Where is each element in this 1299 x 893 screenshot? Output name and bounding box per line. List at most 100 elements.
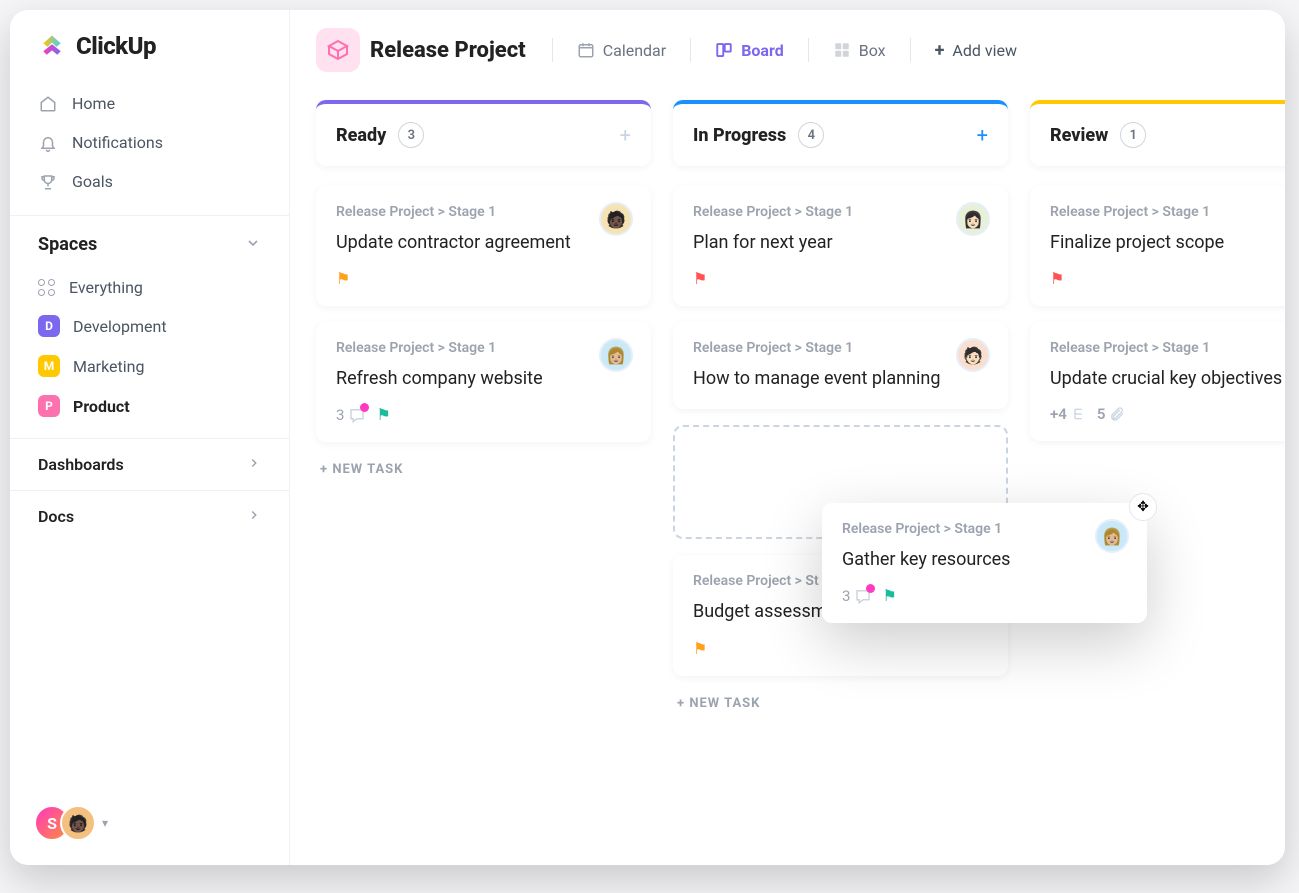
divider — [552, 38, 553, 62]
column-ready: Ready 3 + 🧑🏿 Release Project > Stage 1 U… — [316, 100, 651, 855]
card-breadcrumb: Release Project > Stage 1 — [1050, 204, 1285, 220]
column-ready-count: 3 — [398, 122, 424, 148]
chevron-down-icon — [245, 235, 261, 255]
task-card[interactable]: 🧑🏿 Release Project > Stage 1 Update cont… — [316, 186, 651, 306]
column-ip-title: In Progress — [693, 125, 786, 146]
card-breadcrumb: Release Project > Stage 1 — [336, 340, 631, 356]
space-everything[interactable]: Everything — [26, 269, 273, 306]
space-development[interactable]: D Development — [26, 306, 273, 346]
docs-label: Docs — [38, 507, 74, 526]
task-card[interactable]: 👩🏻 Release Project > Stage 1 Plan for ne… — [673, 186, 1008, 306]
dev-badge: D — [38, 315, 60, 337]
assignee-avatar[interactable]: 🧑🏻 — [956, 338, 990, 372]
card-breadcrumb: Release Project > Stage 1 — [842, 521, 1127, 537]
prod-badge: P — [38, 395, 60, 417]
add-view-button[interactable]: + Add view — [927, 34, 1025, 67]
nav-goals[interactable]: Goals — [26, 162, 273, 201]
card-breadcrumb: Release Project > Stage 1 — [693, 340, 988, 356]
spaces-title: Spaces — [38, 234, 97, 255]
add-card-button[interactable]: + — [977, 123, 988, 147]
calendar-icon — [577, 41, 595, 59]
priority-flag-icon[interactable]: ⚑ — [693, 639, 707, 658]
attachments-indicator[interactable]: 5 — [1097, 405, 1126, 423]
brand-name: ClickUp — [76, 32, 156, 60]
assignee-avatar[interactable]: 🧑🏿 — [599, 202, 633, 236]
priority-flag-icon[interactable]: ⚑ — [336, 269, 350, 288]
nav-home[interactable]: Home — [26, 84, 273, 123]
new-task-button[interactable]: + NEW TASK — [316, 458, 651, 481]
box-icon — [833, 41, 851, 59]
spaces-header[interactable]: Spaces — [10, 215, 289, 265]
caret-down-icon: ▾ — [102, 816, 108, 830]
assignee-avatar[interactable]: 👩🏻 — [956, 202, 990, 236]
new-task-button[interactable]: + NEW TASK — [673, 692, 1008, 715]
everything-icon — [38, 279, 56, 296]
card-title: Update crucial key objectives — [1050, 366, 1285, 391]
card-title: Finalize project scope — [1050, 230, 1285, 255]
topbar: Release Project Calendar Board Box + Add… — [290, 10, 1285, 90]
card-breadcrumb: Release Project > Stage 1 — [1050, 340, 1285, 356]
comments-indicator[interactable]: 3 — [336, 406, 366, 424]
plus-icon: + — [935, 40, 945, 61]
card-title: Update contractor agreement — [336, 230, 631, 255]
column-in-progress-header[interactable]: In Progress 4 + — [673, 100, 1008, 166]
divider — [690, 38, 691, 62]
subtasks-indicator[interactable]: +4 — [1050, 405, 1087, 423]
task-card[interactable]: Release Project > Stage 1 Update crucial… — [1030, 322, 1285, 441]
card-title: Gather key resources — [842, 547, 1127, 572]
priority-flag-icon[interactable]: ⚑ — [693, 269, 707, 288]
space-product[interactable]: P Product — [26, 386, 273, 426]
primary-nav: Home Notifications Goals — [10, 78, 289, 207]
space-prod-label: Product — [73, 397, 130, 416]
column-ready-header[interactable]: Ready 3 + — [316, 100, 651, 166]
card-breadcrumb: Release Project > Stage 1 — [693, 204, 988, 220]
priority-flag-icon[interactable]: ⚑ — [376, 405, 390, 424]
unread-dot-icon — [866, 584, 875, 593]
view-board[interactable]: Board — [707, 35, 792, 66]
subtasks-count: +4 — [1050, 405, 1067, 423]
home-icon — [38, 95, 58, 113]
view-box[interactable]: Box — [825, 35, 894, 66]
assignee-avatar[interactable]: 👩🏼 — [599, 338, 633, 372]
project-title: Release Project — [370, 38, 526, 63]
column-review-header[interactable]: Review 1 — [1030, 100, 1285, 166]
column-ip-count: 4 — [798, 122, 824, 148]
kanban-board: Ready 3 + 🧑🏿 Release Project > Stage 1 U… — [290, 90, 1285, 865]
sidebar: ClickUp Home Notifications Goals Spaces — [10, 10, 290, 865]
card-title: Plan for next year — [693, 230, 988, 255]
task-card[interactable]: 👩🏼 Release Project > Stage 1 Refresh com… — [316, 322, 651, 442]
card-title: Refresh company website — [336, 366, 631, 391]
move-icon[interactable]: ✥ — [1129, 493, 1157, 521]
column-ready-title: Ready — [336, 125, 386, 146]
nav-docs[interactable]: Docs — [10, 490, 289, 542]
column-in-progress: In Progress 4 + 👩🏻 Release Project > Sta… — [673, 100, 1008, 855]
view-calendar-label: Calendar — [603, 41, 666, 60]
column-review-count: 1 — [1120, 122, 1146, 148]
clickup-logo-icon — [38, 32, 66, 60]
brand-logo[interactable]: ClickUp — [10, 32, 289, 78]
add-card-button[interactable]: + — [620, 123, 631, 147]
column-review-title: Review — [1050, 125, 1108, 146]
divider — [808, 38, 809, 62]
assignee-avatar[interactable]: 👩🏼 — [1095, 519, 1129, 553]
comments-indicator[interactable]: 3 — [842, 587, 872, 605]
add-view-label: Add view — [952, 41, 1017, 60]
trophy-icon — [38, 173, 58, 191]
view-calendar[interactable]: Calendar — [569, 35, 674, 66]
user-switcher[interactable]: S 🧑🏿 ▾ — [10, 781, 289, 865]
unread-dot-icon — [360, 403, 369, 412]
nav-notifications[interactable]: Notifications — [26, 123, 273, 162]
board-icon — [715, 41, 733, 59]
task-card[interactable]: 🧑🏻 Release Project > Stage 1 How to mana… — [673, 322, 1008, 409]
column-review-cards: Release Project > Stage 1 Finalize proje… — [1030, 186, 1285, 441]
priority-flag-icon[interactable]: ⚑ — [1050, 269, 1064, 288]
attachments-count: 5 — [1097, 405, 1106, 423]
dashboards-label: Dashboards — [38, 455, 124, 474]
priority-flag-icon[interactable]: ⚑ — [882, 586, 896, 605]
space-marketing[interactable]: M Marketing — [26, 346, 273, 386]
nav-dashboards[interactable]: Dashboards — [10, 438, 289, 490]
task-card[interactable]: Release Project > Stage 1 Finalize proje… — [1030, 186, 1285, 306]
dragging-task-card[interactable]: ✥ 👩🏼 Release Project > Stage 1 Gather ke… — [822, 503, 1147, 623]
nav-home-label: Home — [72, 94, 115, 113]
comments-count: 3 — [336, 406, 344, 424]
